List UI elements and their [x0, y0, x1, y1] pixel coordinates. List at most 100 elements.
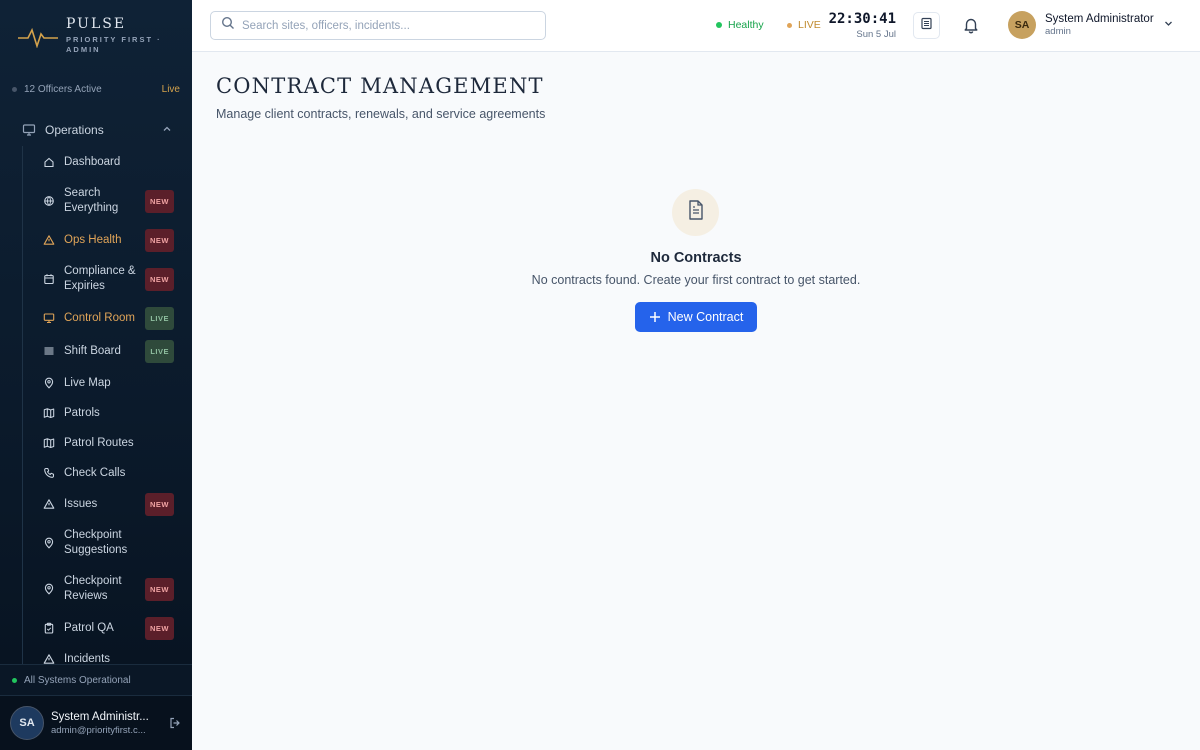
sidebar-item-label: Issues — [64, 497, 98, 510]
officers-active-count: 12 Officers Active — [24, 83, 102, 95]
new-contract-label: New Contract — [667, 310, 744, 324]
new-badge: NEW — [145, 228, 174, 252]
officers-status: 12 Officers Active Live — [0, 76, 192, 102]
monitor-icon — [22, 123, 36, 137]
sidebar-item-label: Control Room — [64, 311, 135, 324]
user-role: admin — [1045, 26, 1071, 37]
sidebar-user[interactable]: SA System Administr... admin@priorityfir… — [0, 696, 192, 750]
map-icon — [43, 407, 55, 419]
clock-date: Sun 5 Jul — [856, 29, 896, 40]
topbar: Healthy LIVE 22:30:41 Sun 5 Jul SA Syste… — [192, 0, 1200, 52]
sidebar-item-label: Patrol QA — [64, 621, 114, 634]
sidebar-item-label: Shift Board — [64, 344, 121, 357]
sidebar-item-search-everything[interactable]: Search Everything NEW — [23, 178, 192, 224]
health-dot — [716, 22, 722, 28]
nav-group-operations[interactable]: Operations — [0, 113, 192, 146]
sidebar-item-label: Live Map — [64, 376, 111, 389]
brand-logo[interactable]: PULSE PRIORITY FIRST · ADMIN — [0, 0, 192, 76]
map-pin-icon — [43, 583, 55, 595]
sidebar-item-patrol-routes[interactable]: Patrol Routes — [23, 428, 192, 458]
sidebar-item-checkpoint-reviews[interactable]: Checkpoint Reviews NEW — [23, 566, 192, 612]
document-icon — [686, 199, 706, 226]
new-badge: NEW — [145, 189, 174, 213]
new-contract-button[interactable]: New Contract — [635, 302, 757, 332]
live-status: LIVE — [787, 19, 821, 31]
chevron-down-icon — [1163, 16, 1174, 34]
sidebar-item-label: Search Everything — [64, 187, 119, 214]
nav-group-label: Operations — [45, 122, 104, 137]
clipboard-icon — [43, 622, 55, 634]
system-status: All Systems Operational — [0, 664, 192, 696]
sidebar-item-label: Patrol Routes — [64, 436, 134, 449]
warning-icon — [43, 653, 55, 664]
live-label: LIVE — [798, 19, 821, 31]
monitor-icon — [43, 312, 55, 324]
sidebar-item-label: Checkpoint Suggestions — [64, 529, 128, 556]
home-icon — [43, 156, 55, 168]
search-icon — [221, 16, 235, 35]
sidebar-item-patrols[interactable]: Patrols — [23, 398, 192, 428]
live-badge: LIVE — [145, 339, 174, 363]
sidebar-item-issues[interactable]: Issues NEW — [23, 488, 192, 520]
warning-icon — [43, 234, 55, 246]
brand-name: PULSE — [66, 16, 127, 32]
empty-state-description: No contracts found. Create your first co… — [531, 273, 861, 287]
sidebar-nav: Operations Dashboard Search Everything NEW… — [0, 113, 192, 664]
sidebar-item-label: Check Calls — [64, 466, 126, 479]
map-pin-icon — [43, 537, 55, 549]
nav-items: Dashboard Search Everything NEW Ops Health N… — [22, 146, 192, 664]
sidebar-item-dashboard[interactable]: Dashboard — [23, 146, 192, 178]
sidebar-item-label: Compliance & Expiries — [64, 265, 136, 292]
calendar-icon — [43, 273, 55, 285]
live-badge: LIVE — [145, 306, 174, 330]
new-badge: NEW — [145, 492, 174, 516]
search-globe-icon — [43, 195, 55, 207]
sidebar-user-email: admin@priorityfirst.c... — [51, 724, 146, 736]
list-icon — [43, 345, 55, 357]
sidebar-item-shift-board[interactable]: Shift Board LIVE — [23, 334, 192, 368]
sidebar-item-label: Checkpoint Reviews — [64, 575, 122, 602]
sidebar: PULSE PRIORITY FIRST · ADMIN 12 Officers… — [0, 0, 192, 750]
map-icon — [43, 437, 55, 449]
health-label: Healthy — [728, 19, 764, 31]
clock-time: 22:30:41 — [828, 11, 896, 27]
system-status-dot — [12, 677, 17, 683]
new-badge: NEW — [145, 616, 174, 640]
global-search[interactable] — [210, 11, 546, 40]
warning-icon — [43, 498, 55, 510]
map-pin-icon — [43, 377, 55, 389]
panel-toggle-button[interactable] — [913, 12, 940, 39]
sidebar-item-patrol-qa[interactable]: Patrol QA NEW — [23, 612, 192, 644]
clock: 22:30:41 Sun 5 Jul — [828, 11, 896, 40]
search-input[interactable] — [242, 19, 532, 32]
new-badge: NEW — [145, 267, 174, 291]
sidebar-item-ops-health[interactable]: Ops Health NEW — [23, 224, 192, 256]
sidebar-item-label: Ops Health — [64, 233, 122, 246]
sidebar-item-checkpoint-suggestions[interactable]: Checkpoint Suggestions — [23, 520, 192, 566]
sidebar-item-control-room[interactable]: Control Room LIVE — [23, 302, 192, 334]
logout-icon[interactable] — [168, 716, 182, 730]
sidebar-item-label: Dashboard — [64, 155, 121, 168]
list-icon — [920, 17, 933, 35]
sidebar-user-name: System Administr... — [51, 710, 149, 723]
sidebar-item-live-map[interactable]: Live Map — [23, 368, 192, 398]
pulse-logo-icon — [18, 27, 58, 48]
user-menu[interactable]: SA System Administrator admin — [1008, 11, 1174, 39]
sidebar-item-compliance-expiries[interactable]: Compliance & Expiries NEW — [23, 256, 192, 302]
plus-icon — [649, 312, 660, 322]
empty-state-title: No Contracts — [650, 250, 742, 266]
new-badge: NEW — [145, 577, 174, 601]
sidebar-item-label: Incidents — [64, 652, 111, 665]
phone-icon — [43, 467, 55, 479]
chevron-up-icon — [162, 123, 172, 137]
sidebar-item-label: Patrols — [64, 406, 100, 419]
notifications-button[interactable] — [962, 16, 980, 39]
health-status: Healthy — [716, 19, 764, 31]
bell-icon — [962, 18, 980, 38]
sidebar-item-check-calls[interactable]: Check Calls — [23, 458, 192, 488]
empty-state-icon-wrap — [672, 189, 719, 236]
system-status-text: All Systems Operational — [24, 674, 131, 686]
sidebar-item-incidents[interactable]: Incidents — [23, 644, 192, 664]
status-dot — [12, 86, 17, 92]
live-indicator: Live — [161, 83, 180, 95]
